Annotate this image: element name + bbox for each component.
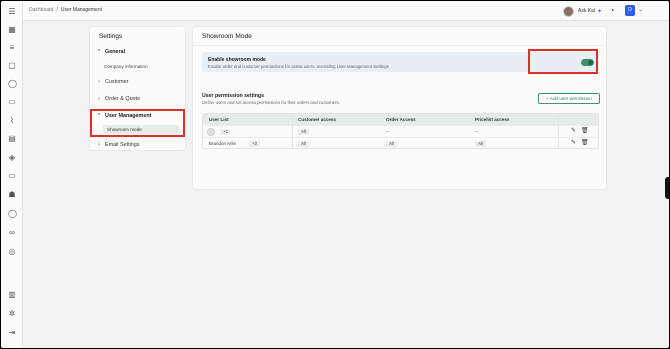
extra-users-badge[interactable]: +2 [249, 141, 261, 147]
nav-order-quote-label: Order & Quote [105, 95, 141, 102]
customer-access-cell: All [298, 141, 309, 147]
edit-icon[interactable]: ✎ [571, 128, 576, 135]
breadcrumb: Dashboard / User Management [29, 7, 102, 13]
title-divider [193, 45, 606, 46]
nav-email-settings[interactable]: › Email Settings [96, 140, 139, 149]
permissions-title: User permission settings [202, 93, 264, 99]
highlight-box-toggle [528, 49, 598, 74]
trash-icon[interactable]: 🗑 [581, 140, 589, 147]
permissions-subtitle: Define users and set access permissions … [202, 100, 340, 105]
box-icon[interactable]: ▢ [8, 62, 16, 70]
table-row: Brandon Arlie +2 All All All ✎ 🗑 [203, 137, 598, 149]
order-access-cell: -- [386, 129, 389, 134]
chart-icon[interactable]: ⌇ [8, 117, 16, 125]
app-window: ☰ ▦ ≡ ▢ ◯ ▭ ⌇ ▤ ◈ ▭ ☗ ◯ ∞ ◎ ▥ ✲ ⇥ Dashbo… [1, 1, 669, 348]
breadcrumb-current: User Management [60, 7, 102, 13]
nav-general[interactable]: ⌃ General [96, 47, 125, 56]
showroom-label: Enable showroom mode [208, 57, 266, 63]
nav-customer-label: Customer [105, 78, 129, 85]
grid-icon[interactable]: ▥ [8, 291, 16, 299]
nav-order-quote[interactable]: › Order & Quote [96, 94, 140, 103]
sparkle-icon: ✦ [596, 8, 602, 15]
showroom-description: Enable order and customer permissions fo… [208, 64, 389, 69]
table-row: +1 All -- -- ✎ 🗑 [203, 125, 598, 137]
chevron-right-icon: › [98, 78, 100, 85]
table-header: User List Customer access Order Access P… [203, 114, 598, 125]
camera-icon[interactable]: ◎ [8, 248, 16, 256]
nav-company-information[interactable]: Company information [104, 62, 148, 71]
customer-access-cell: All [298, 129, 309, 135]
chevron-up-icon: ⌃ [96, 48, 102, 55]
column-header-customer-access: Customer access [298, 117, 337, 122]
breadcrumb-separator: / [56, 7, 58, 13]
clipboard-icon[interactable]: ▤ [8, 135, 16, 143]
add-user-permission-button[interactable]: + Add user permission [538, 93, 600, 104]
page-title: Showroom Mode [202, 33, 252, 40]
pricelist-access-cell: -- [475, 129, 478, 134]
pricelist-access-cell: All [475, 141, 486, 147]
user-name-cell: Brandon Arlie [209, 141, 237, 146]
dashboard-icon[interactable]: ▦ [8, 26, 16, 34]
left-icon-rail: ☰ ▦ ≡ ▢ ◯ ▭ ⌇ ▤ ◈ ▭ ☗ ◯ ∞ ◎ ▥ ✲ ⇥ [1, 1, 23, 348]
assistant-avatar [563, 5, 574, 17]
breadcrumb-dashboard[interactable]: Dashboard [29, 7, 53, 13]
chevron-right-icon: › [98, 141, 100, 148]
list-icon[interactable]: ≡ [8, 44, 16, 52]
settings-title: Settings [99, 33, 123, 40]
settings-icon[interactable]: ✲ [8, 310, 16, 318]
user-icon[interactable]: ◯ [8, 210, 17, 218]
logout-icon[interactable]: ⇥ [8, 329, 16, 337]
permissions-table: User List Customer access Order Access P… [202, 113, 599, 149]
nav-general-label: General [105, 48, 126, 55]
user-avatar[interactable]: D [625, 5, 635, 16]
column-header-user-list: User List [209, 117, 229, 122]
order-access-cell: All [386, 141, 397, 147]
highlight-box-user-management [90, 109, 185, 137]
edit-icon[interactable]: ✎ [571, 140, 576, 147]
nav-customer[interactable]: › Customer [96, 77, 128, 86]
column-header-order-access: Order Access [386, 117, 416, 122]
link-icon[interactable]: ∞ [8, 229, 16, 237]
person-icon[interactable]: ◯ [8, 80, 17, 88]
trash-icon[interactable]: 🗑 [581, 128, 589, 135]
tag-icon[interactable]: ◈ [8, 154, 16, 162]
bell-icon[interactable]: ◔ [607, 6, 617, 16]
ask-kai-label: Ask Kai [578, 8, 595, 14]
avatar [207, 128, 215, 136]
folder-icon[interactable]: ▭ [8, 172, 16, 180]
chevron-right-icon: › [98, 95, 100, 102]
chevron-down-icon[interactable]: ⌄ [638, 6, 643, 13]
ask-kai-button[interactable]: Ask Kai ✦ [563, 5, 602, 17]
menu-icon[interactable]: ☰ [8, 8, 16, 16]
chat-icon[interactable]: ▭ [8, 98, 16, 106]
nav-email-settings-label: Email Settings [105, 141, 140, 148]
side-drawer-handle[interactable] [665, 177, 669, 199]
group-icon[interactable]: ☗ [8, 191, 16, 199]
column-header-pricelist-access: Pricelist access [475, 117, 510, 122]
extra-users-badge[interactable]: +1 [220, 129, 232, 135]
